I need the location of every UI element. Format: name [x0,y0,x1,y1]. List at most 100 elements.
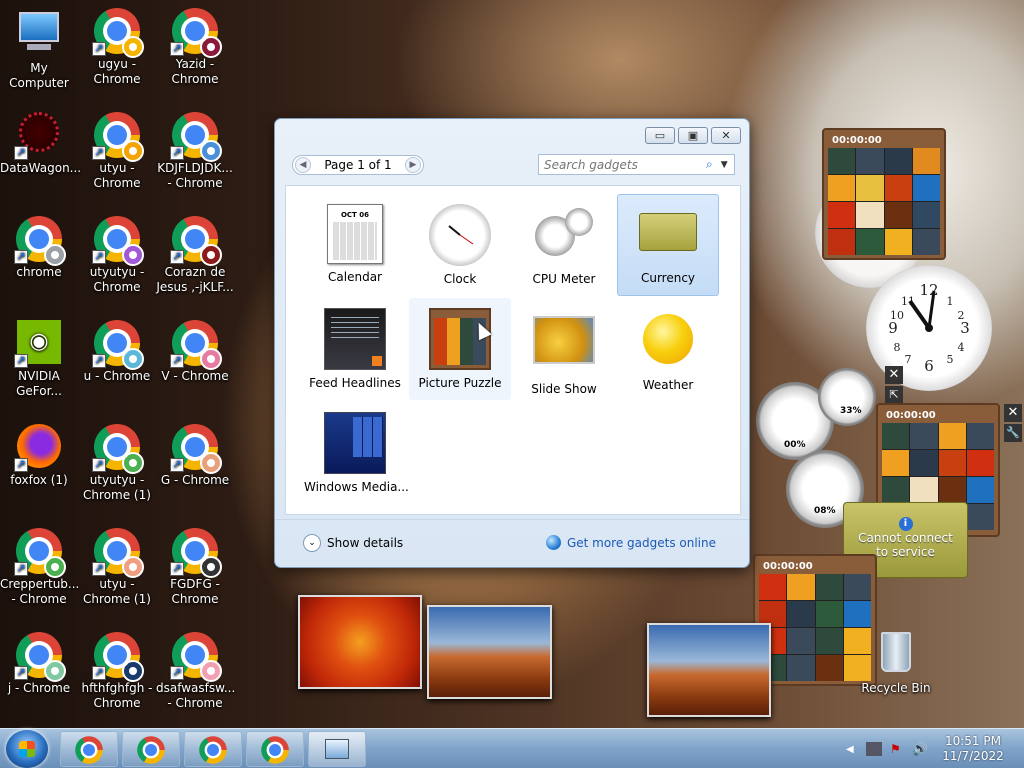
taskbar-chrome-1[interactable] [60,731,118,767]
profile-avatar-icon [200,452,222,474]
desktop-icon-label: G - Chrome [160,473,230,487]
slideshow-photo-desert-2[interactable] [647,623,771,717]
desktop-icon-6[interactable]: ↗ chrome [0,216,78,280]
show-details-button[interactable]: ⌄ Show details [303,534,403,552]
start-button[interactable] [6,730,48,768]
gadget-clock[interactable]: Clock [409,194,511,296]
shortcut-arrow-icon: ↗ [92,666,106,680]
desktop-icon-19[interactable]: ↗ hfthfghfgh - Chrome [78,632,156,711]
currency-icon [639,213,697,251]
next-page-button[interactable]: ▶ [405,157,421,173]
page-label: Page 1 of 1 [324,158,392,172]
search-box[interactable]: ⌕ ▼ [538,154,735,175]
gadget-windows-media[interactable]: Windows Media... [304,402,409,504]
desktop-icon-9[interactable]: ◉ ↗ NVIDIA GeFor... [0,320,78,399]
gadget-clock-label: Clock [443,272,477,286]
volume-icon[interactable]: 🔊 [912,742,928,757]
desktop-icon-16[interactable]: ↗ utyu - Chrome (1) [78,528,156,607]
desktop-icon-11[interactable]: ↗ V - Chrome [156,320,234,384]
shortcut-arrow-icon: ↗ [170,146,184,160]
desktop-icon-14[interactable]: ↗ G - Chrome [156,424,234,488]
prev-page-button[interactable]: ◀ [295,157,311,173]
gadget-cpu-meter[interactable]: CPU Meter [513,194,615,296]
flag-alert-icon[interactable]: ⚑ [890,742,904,756]
gadget-currency[interactable]: Currency [617,194,719,296]
desktop-icon-18[interactable]: ↗ j - Chrome [0,632,78,696]
get-more-gadgets-link[interactable]: Get more gadgets online [545,535,716,550]
gadget-gallery-window[interactable]: ▭ ▣ ✕ ◀ Page 1 of 1 ▶ ⌕ ▼ OCT 06 Calenda… [274,118,750,568]
picture-puzzle-icon [429,308,491,370]
taskbar-date: 11/7/2022 [942,749,1004,763]
gadget-slide-show[interactable]: Slide Show [513,298,615,400]
gadget-calendar[interactable]: OCT 06 Calendar [304,194,406,296]
desktop-icon-8[interactable]: ↗ Corazn de Jesus ,-jKLF... [156,216,234,295]
close-button[interactable]: ✕ [711,127,741,144]
search-icon[interactable]: ⌕ [706,157,713,172]
desktop-icon-20[interactable]: ↗ dsafwasfsw... - Chrome [156,632,235,711]
shortcut-arrow-icon: ↗ [14,562,28,576]
recycle-bin[interactable]: Recycle Bin [857,632,935,696]
taskbar-gadgets[interactable] [308,731,366,767]
shortcut-arrow-icon: ↗ [92,146,106,160]
desktop-icon-7[interactable]: ↗ utyutyu - Chrome [78,216,156,295]
minimize-button[interactable]: ▭ [645,127,675,144]
weather-sun-icon [643,314,693,364]
taskbar-chrome-3[interactable] [184,731,242,767]
desktop-icon-3[interactable]: ↗ DataWagon... [0,112,82,176]
profile-avatar-icon [200,36,222,58]
desktop-icon-15[interactable]: ↗ Creppertub... - Chrome [0,528,80,607]
picture-puzzle-gadget-1[interactable]: 00:00:00 [822,128,946,260]
desktop-icon-0[interactable]: My Computer [0,8,78,91]
gadget-size-icon[interactable]: ⇱ [885,386,903,404]
cpu-percent-3: 08% [814,506,836,516]
slideshow-photo-flower[interactable] [298,595,422,689]
profile-avatar-icon [122,36,144,58]
slideshow-photo-desert[interactable] [427,605,552,699]
network-icon[interactable] [866,742,882,756]
desktop-icon-label: u - Chrome [83,369,151,383]
desktop-icon-label: V - Chrome [161,369,229,383]
svg-text:8: 8 [894,341,901,354]
svg-text:4: 4 [958,341,965,354]
profile-avatar-icon [122,140,144,162]
taskbar-chrome-2[interactable] [122,731,180,767]
taskbar-chrome-4[interactable] [246,731,304,767]
desktop-icon-2[interactable]: ↗ Yazid - Chrome [156,8,234,87]
profile-avatar-icon [122,556,144,578]
desktop-icon-label: utyu - Chrome (1) [83,577,151,606]
gadget-close-icon-2[interactable]: ✕ [1004,404,1022,422]
desktop-icon-13[interactable]: ↗ utyutyu - Chrome (1) [78,424,156,503]
desktop-icon-label: utyutyu - Chrome [89,265,145,294]
profile-avatar-icon [44,244,66,266]
recycle-bin-icon [873,632,919,678]
cpu-percent-1: 00% [784,440,806,450]
desktop-icon-label: Creppertub... - Chrome [0,577,80,606]
search-dropdown-icon[interactable]: ▼ [721,160,728,170]
desktop-icon-4[interactable]: ↗ utyu - Chrome [78,112,156,191]
desktop-icon-5[interactable]: ↗ KDJFLDJDK... - Chrome [156,112,234,191]
search-input[interactable] [544,157,694,172]
profile-avatar-icon [200,348,222,370]
windows-media-icon [324,412,386,474]
gadget-close-icon[interactable]: ✕ [885,366,903,384]
gadget-options-icon[interactable]: 🔧 [1004,424,1022,442]
feed-headlines-icon [324,308,386,370]
clock-area[interactable]: 10:51 PM 11/7/2022 [942,734,1004,764]
windows-logo-icon [19,741,35,757]
desktop-icon-label: chrome [16,265,62,279]
desktop-icon-label: FGDFG - Chrome [170,577,220,606]
gadget-weather[interactable]: Weather [617,298,719,400]
desktop-icon-17[interactable]: ↗ FGDFG - Chrome [156,528,234,607]
restore-button[interactable]: ▣ [678,127,708,144]
shortcut-arrow-icon: ↗ [170,250,184,264]
gadget-picture-puzzle[interactable]: Picture Puzzle [409,298,511,400]
desktop-icon-10[interactable]: ↗ u - Chrome [78,320,156,384]
desktop-icon-label: DataWagon... [0,161,82,175]
profile-avatar-icon [200,556,222,578]
desktop-icon-12[interactable]: ↗ foxfox (1) [0,424,78,488]
gadget-feed-headlines[interactable]: Feed Headlines [304,298,406,400]
gadget-currency-label: Currency [640,271,696,285]
desktop-icon-1[interactable]: ↗ ugyu - Chrome [78,8,156,87]
gadget-slide-show-label: Slide Show [531,382,597,396]
tray-expand-icon[interactable]: ◀ [846,744,860,755]
